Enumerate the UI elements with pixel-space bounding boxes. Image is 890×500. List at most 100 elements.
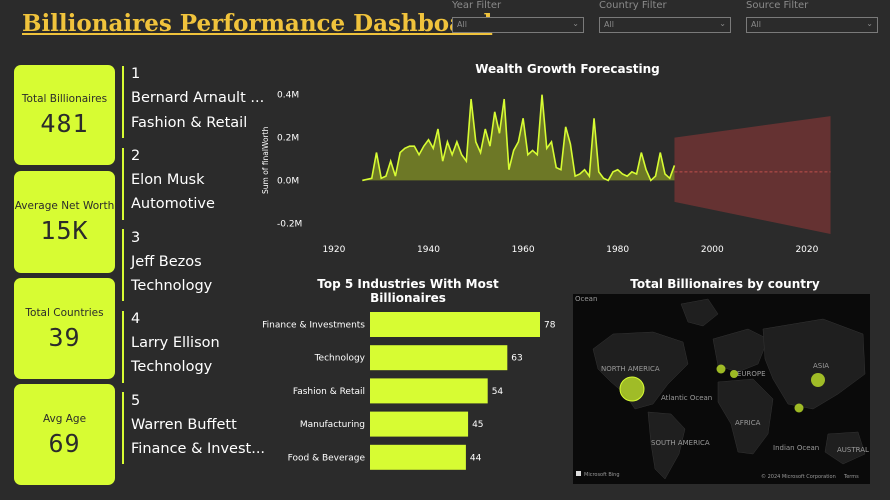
map-label-ocean: Ocean: [575, 295, 597, 303]
map-label-asia: ASIA: [813, 362, 829, 370]
series-area: [362, 94, 675, 181]
bar-value-label: 54: [492, 387, 504, 397]
rank-divider: [122, 311, 124, 383]
source-filter-value: All: [751, 20, 761, 29]
y-tick-label: 0.0M: [277, 176, 299, 186]
map-label-europe: EUROPE: [737, 370, 766, 378]
area-chart-title: Wealth Growth Forecasting: [475, 62, 660, 76]
map-label-atlantic-ocean: Atlantic Ocean: [661, 394, 712, 402]
country-filter-label: Country Filter: [599, 0, 667, 11]
map-title: Total Billionaires by country: [630, 277, 820, 291]
microsoft-logo-icon: [576, 471, 581, 476]
map-bubble-united-kingdom[interactable]: [716, 364, 726, 374]
rank-number: 4: [131, 311, 141, 327]
rank-divider: [122, 392, 124, 464]
x-tick-label: 1920: [322, 245, 345, 255]
rank-number: 1: [131, 66, 141, 82]
forecast-band: [674, 116, 831, 234]
x-tick-label: 1960: [512, 245, 535, 255]
kpi-card-average-net-worth: Average Net Worth 15K: [14, 171, 115, 273]
bar-value-label: 45: [472, 420, 483, 430]
industries-bar-chart: Finance & Investments 78 Technology 63 Fashi…: [262, 312, 556, 470]
year-filter-value: All: [457, 20, 467, 29]
bar-category-label: Technology: [314, 354, 366, 364]
chevron-down-icon: ⌄: [866, 19, 873, 28]
kpi-value: 39: [48, 323, 81, 352]
map-label-indian-ocean: Indian Ocean: [773, 444, 819, 452]
country-filter-select[interactable]: All ⌄: [599, 17, 731, 33]
kpi-value: 481: [40, 109, 89, 138]
bar-value-label: 78: [544, 321, 556, 331]
bar-category-label: Finance & Investments: [262, 321, 365, 331]
rank-name: Warren Buffett: [131, 417, 237, 433]
map-label-australia: AUSTRAL: [837, 446, 869, 454]
chevron-down-icon: ⌄: [572, 19, 579, 28]
source-filter-label: Source Filter: [746, 0, 809, 11]
kpi-card-total-countries: Total Countries 39: [14, 278, 115, 379]
year-filter-label: Year Filter: [452, 0, 502, 11]
kpi-label: Average Net Worth: [14, 200, 115, 212]
rank-divider: [122, 229, 124, 301]
map-brand: Microsoft Bing: [584, 472, 620, 478]
kpi-card-total-billionaires: Total Billionaires 481: [14, 65, 115, 165]
rank-number: 3: [131, 230, 141, 246]
year-filter: Year Filter All ⌄: [452, 0, 584, 33]
page-title: Billionaires Performance Dashboard: [22, 10, 493, 37]
y-tick-label: 0.4M: [277, 91, 299, 101]
bar: [370, 312, 540, 337]
map-label-south-america: SOUTH AMERICA: [651, 439, 710, 447]
country-filter: Country Filter All ⌄: [599, 0, 731, 33]
world-map[interactable]: NORTH AMERICA EUROPE ASIA AFRICA SOUTH A…: [573, 294, 870, 484]
kpi-value: 15K: [40, 216, 89, 245]
bar: [370, 345, 508, 371]
rank-industry: Technology: [131, 359, 213, 375]
map-label-africa: AFRICA: [735, 419, 761, 427]
map-label-north-america: NORTH AMERICA: [601, 365, 660, 373]
greenland-shape: [680, 298, 719, 327]
map-bubble-france[interactable]: [730, 370, 738, 378]
bar-category-label: Fashion & Retail: [293, 387, 365, 397]
map-terms-link[interactable]: Terms: [843, 474, 859, 480]
y-tick-label: 0.2M: [277, 134, 299, 144]
bar: [370, 378, 488, 404]
bar-value-label: 63: [511, 354, 522, 364]
map-bubble-united-states[interactable]: [619, 376, 645, 402]
x-tick-label: 2020: [795, 245, 818, 255]
map-bubble-india[interactable]: [794, 403, 804, 413]
rank-number: 5: [131, 393, 141, 409]
rank-name: Larry Ellison: [131, 335, 220, 351]
y-tick-label: -0.2M: [277, 219, 302, 229]
rank-industry: Fashion & Retail: [131, 115, 248, 131]
kpi-card-avg-age: Avg Age 69: [14, 384, 115, 485]
source-filter: Source Filter All ⌄: [746, 0, 878, 33]
y-axis-title: Sum of finalWorth: [261, 126, 270, 194]
kpi-value: 69: [48, 429, 81, 458]
country-filter-value: All: [604, 20, 614, 29]
source-filter-select[interactable]: All ⌄: [746, 17, 878, 33]
world-map-canvas: NORTH AMERICA EUROPE ASIA AFRICA SOUTH A…: [575, 295, 869, 480]
x-tick-label: 2000: [701, 245, 724, 255]
africa-shape: [717, 378, 774, 455]
bar-category-label: Manufacturing: [300, 420, 365, 430]
rank-divider: [122, 66, 124, 138]
rank-name: Jeff Bezos: [131, 254, 202, 270]
rank-name: Elon Musk: [131, 172, 205, 188]
bar: [370, 411, 469, 437]
x-tick-label: 1940: [417, 245, 440, 255]
map-copyright: © 2024 Microsoft Corporation: [761, 473, 836, 480]
kpi-label: Total Countries: [25, 307, 104, 319]
bar-value-label: 44: [470, 453, 482, 463]
x-tick-label: 1980: [606, 245, 629, 255]
bar-category-label: Food & Beverage: [288, 453, 366, 463]
year-filter-select[interactable]: All ⌄: [452, 17, 584, 33]
kpi-label: Total Billionaires: [21, 93, 108, 105]
rank-number: 2: [131, 148, 141, 164]
bar: [370, 444, 466, 470]
map-bubble-china[interactable]: [811, 373, 825, 387]
chevron-down-icon: ⌄: [719, 19, 726, 28]
rank-industry: Finance & Invest...: [131, 441, 266, 457]
rank-name: Bernard Arnault ...: [131, 90, 265, 106]
rank-divider: [122, 148, 124, 220]
rank-industry: Technology: [131, 278, 213, 294]
rank-industry: Automotive: [131, 196, 215, 212]
